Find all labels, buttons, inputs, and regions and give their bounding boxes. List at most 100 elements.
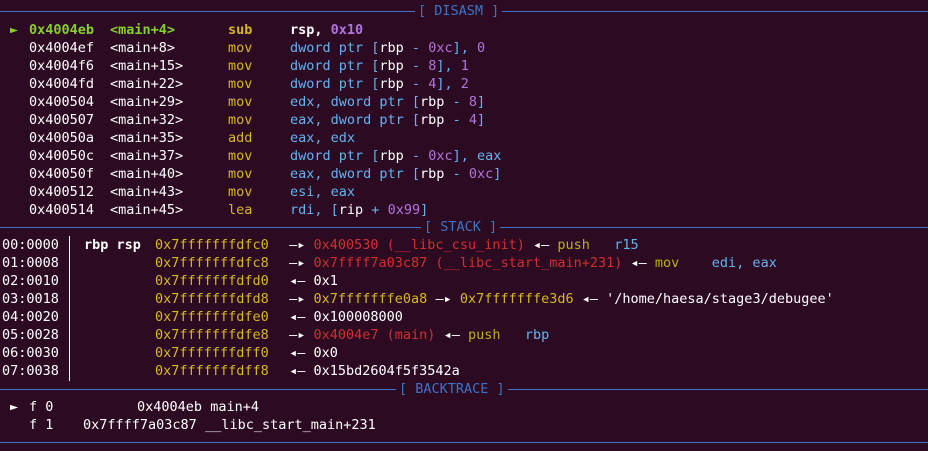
chain-token: 0x4004e7 (main) — [313, 327, 436, 343]
instruction-symbol: <main+43> — [110, 184, 184, 200]
instruction-address: 0x400514 — [29, 202, 95, 218]
instruction-address: 0x4004f6 — [29, 58, 95, 74]
instruction-mnemonic: mov — [228, 184, 253, 200]
operand-token: rbp — [379, 76, 404, 92]
stack-dereference-chain: ◂— 0x100008000 — [281, 308, 403, 326]
chain-token: 0x7ffff7a03c87 (__libc_start_main+231) — [313, 255, 623, 271]
chain-token: 0x1 — [313, 273, 338, 289]
frame-address: 0x4004eb — [137, 399, 203, 415]
chain-token: ◂— — [435, 327, 468, 343]
operand-token: 0xc — [428, 40, 453, 56]
instruction-symbol: <main+22> — [110, 76, 184, 92]
stack-register-labels: rbp rsp — [84, 237, 141, 253]
operand-token: edx, dword ptr [ — [290, 94, 421, 110]
instruction-address: 0x4004ef — [29, 40, 95, 56]
stack-dereference-chain: ◂— 0x0 — [281, 344, 338, 362]
chain-token: 0x0 — [313, 345, 338, 361]
operand-token: - — [403, 40, 429, 56]
disasm-row[interactable]: 0x400504 <main+29> mov edx, dword ptr [rbp … — [0, 93, 928, 111]
operand-token: ] — [420, 202, 429, 218]
backtrace-row[interactable]: ► f 0 0x4004eb main+4 — [0, 398, 928, 416]
chain-token: 0x15bd2604f5f3542a — [313, 363, 460, 379]
stack-row[interactable]: 05:0028 0x7fffffffdfe8 —▸ 0x4004e7 (main)… — [0, 326, 928, 344]
stack-separator: [ STACK ] — [0, 218, 928, 236]
operand-token: - — [403, 148, 429, 164]
stack-address: 0x7fffffffdff8 — [155, 363, 269, 379]
operand-token: esi, eax — [290, 184, 356, 200]
operand-token: dword ptr [ — [290, 148, 380, 164]
instruction-operands: edx, dword ptr [rbp - 8] — [290, 93, 485, 111]
operand-token: ], eax — [452, 148, 502, 164]
frame-symbol: __libc_start_main+231 — [205, 417, 376, 433]
chain-token: edi, eax — [711, 255, 777, 271]
operand-token: 0xc — [428, 148, 453, 164]
frame-address: 0x7ffff7a03c87 — [83, 417, 197, 433]
stack-dereference-chain: —▸ 0x400530 (__libc_csu_init) ◂— push r1… — [281, 236, 639, 254]
chain-token: 0x400530 (__libc_csu_init) — [313, 237, 525, 253]
operand-token: eax, edx — [290, 130, 356, 146]
operand-token: ], — [436, 76, 461, 92]
stack-offset: 06:0030 — [2, 345, 59, 361]
instruction-address: 0x400504 — [29, 94, 95, 110]
stack-row[interactable]: 06:0030 0x7fffffffdff0 ◂— 0x0 — [0, 344, 928, 362]
disasm-row[interactable]: 0x400512 <main+43> mov esi, eax — [0, 183, 928, 201]
instruction-mnemonic: mov — [228, 166, 253, 182]
operand-token: 0 — [476, 40, 486, 56]
chain-token: push — [557, 237, 615, 253]
disasm-row[interactable]: 0x4004ef <main+8> mov dword ptr [rbp - 0xc]… — [0, 39, 928, 57]
disasm-row[interactable]: 0x40050a <main+35> add eax, edx — [0, 129, 928, 147]
stack-dereference-chain: ◂— 0x15bd2604f5f3542a — [281, 362, 460, 380]
instruction-operands: dword ptr [rbp - 8], 1 — [290, 57, 469, 75]
instruction-operands: rsp, 0x10 — [290, 21, 363, 39]
operand-token: 0x10 — [330, 22, 364, 38]
operand-token: rbp — [420, 166, 445, 182]
disasm-row[interactable]: 0x40050c <main+37> mov dword ptr [rbp - 0xc… — [0, 147, 928, 165]
operand-token: - — [444, 112, 469, 128]
instruction-mnemonic: mov — [228, 94, 253, 110]
operand-token: - — [444, 94, 469, 110]
operand-token: rbp — [379, 148, 404, 164]
operand-token: 0x99 — [387, 202, 421, 218]
instruction-operands: dword ptr [rbp - 0xc], 0 — [290, 39, 485, 57]
operand-token: ], — [436, 58, 461, 74]
instruction-mnemonic: mov — [228, 148, 253, 164]
stack-row[interactable]: 07:0038 0x7fffffffdff8 ◂— 0x15bd2604f5f35… — [0, 362, 928, 380]
chain-token: push — [467, 327, 525, 343]
terminal-window[interactable]: [ DISASM ] ► 0x4004eb <main+4> sub rsp, 0x10… — [0, 0, 928, 451]
operand-token: ], — [452, 40, 477, 56]
disasm-row[interactable]: 0x400514 <main+45> lea rdi, [rip + 0x99] — [0, 201, 928, 219]
stack-offset: 03:0018 — [2, 291, 59, 307]
disasm-row[interactable]: 0x400507 <main+32> mov eax, dword ptr [rbp … — [0, 111, 928, 129]
chain-token: mov — [654, 255, 712, 271]
stack-dereference-chain: ◂— 0x1 — [281, 272, 338, 290]
chain-token: '/home/haesa/stage3/debugee' — [606, 291, 834, 307]
operand-token: + — [363, 202, 388, 218]
stack-offset-divider — [69, 236, 70, 381]
stack-row[interactable]: 01:0008 0x7fffffffdfc8 —▸ 0x7ffff7a03c87 … — [0, 254, 928, 272]
disasm-row[interactable]: 0x4004fd <main+22> mov dword ptr [rbp - 4],… — [0, 75, 928, 93]
instruction-mnemonic: add — [228, 130, 253, 146]
operand-token: - — [403, 76, 429, 92]
chain-token: —▸ — [281, 327, 314, 343]
stack-row[interactable]: 02:0010 0x7fffffffdfd0 ◂— 0x1 — [0, 272, 928, 290]
disasm-row[interactable]: ► 0x4004eb <main+4> sub rsp, 0x10 — [0, 21, 928, 39]
instruction-symbol: <main+4> — [110, 22, 176, 38]
stack-row[interactable]: 03:0018 0x7fffffffdfd8 —▸ 0x7fffffffe0a8 … — [0, 290, 928, 308]
stack-row[interactable]: 04:0020 0x7fffffffdfe0 ◂— 0x100008000 — [0, 308, 928, 326]
instruction-operands: rdi, [rip + 0x99] — [290, 201, 428, 219]
disasm-row[interactable]: 0x4004f6 <main+15> mov dword ptr [rbp - 8],… — [0, 57, 928, 75]
operand-token: rbp — [379, 58, 404, 74]
bottom-separator — [0, 442, 928, 443]
operand-token: eax, dword ptr [ — [290, 112, 421, 128]
instruction-operands: dword ptr [rbp - 4], 2 — [290, 75, 469, 93]
disasm-row[interactable]: 0x40050f <main+40> mov eax, dword ptr [rbp … — [0, 165, 928, 183]
stack-row[interactable]: 00:0000 rbp rsp 0x7fffffffdfc0 —▸ 0x400530… — [0, 236, 928, 254]
backtrace-separator: [ BACKTRACE ] — [0, 380, 928, 398]
stack-offset: 01:0008 — [2, 255, 59, 271]
current-frame-marker: ► — [10, 399, 19, 415]
backtrace-row[interactable]: f 1 0x7ffff7a03c87 __libc_start_main+231 — [0, 416, 928, 434]
chain-token: ◂— — [281, 273, 314, 289]
stack-offset: 05:0028 — [2, 327, 59, 343]
chain-token: ◂— — [281, 309, 314, 325]
frame-symbol: main+4 — [210, 399, 259, 415]
